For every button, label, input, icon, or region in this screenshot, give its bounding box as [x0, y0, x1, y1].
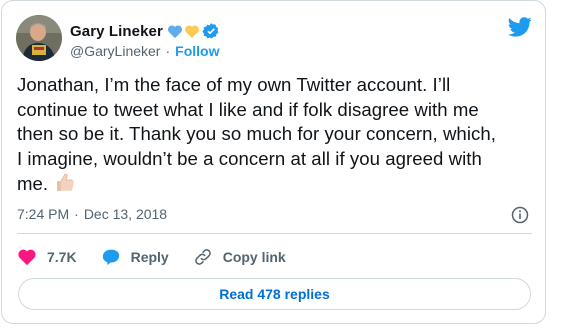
yellow-heart-icon [184, 24, 200, 39]
tweet-time[interactable]: 7:24 PM [17, 206, 69, 222]
reply-button[interactable]: Reply [101, 248, 169, 266]
info-icon[interactable] [511, 206, 529, 229]
reply-icon [102, 249, 119, 266]
tweet-date[interactable]: Dec 13, 2018 [84, 206, 167, 222]
blue-heart-icon [167, 24, 183, 39]
like-button[interactable]: 7.7K [17, 248, 77, 266]
copy-link-button[interactable]: Copy link [193, 247, 286, 267]
tweet-card: Gary Lineker @GaryLineker · Follow Jonat… [1, 0, 546, 324]
tweet-line: I imagine, wouldn’t be a concern at all … [17, 147, 482, 169]
tweet-line: continue to tweet what I like and if fol… [17, 98, 479, 120]
tweet-line: me. [17, 173, 49, 194]
tweet-line: then so be it. Thank you so much for you… [17, 123, 496, 144]
like-count: 7.7K [47, 249, 77, 265]
read-replies-button[interactable]: Read 478 replies [18, 278, 531, 310]
author-name[interactable]: Gary Lineker [70, 23, 163, 40]
heart-icon [18, 249, 36, 266]
reply-label: Reply [130, 249, 169, 265]
author-handle[interactable]: @GaryLineker [70, 43, 160, 59]
separator-dot: · [165, 43, 171, 59]
link-icon [194, 249, 211, 265]
twitter-bird-icon[interactable] [508, 17, 532, 42]
follow-button[interactable]: Follow [175, 43, 219, 59]
verified-badge-icon [202, 22, 220, 40]
read-replies-label: Read 478 replies [219, 286, 330, 302]
thumbs-up-emoji [54, 171, 76, 200]
divider [17, 233, 532, 234]
separator-dot: · [74, 206, 79, 222]
tweet-line: Jonathan, I’m the face of my own Twitter… [17, 74, 451, 95]
avatar[interactable] [16, 15, 62, 61]
copy-link-label: Copy link [222, 249, 286, 265]
tweet-text: Jonathan, I’m the face of my own Twitter… [17, 73, 537, 200]
